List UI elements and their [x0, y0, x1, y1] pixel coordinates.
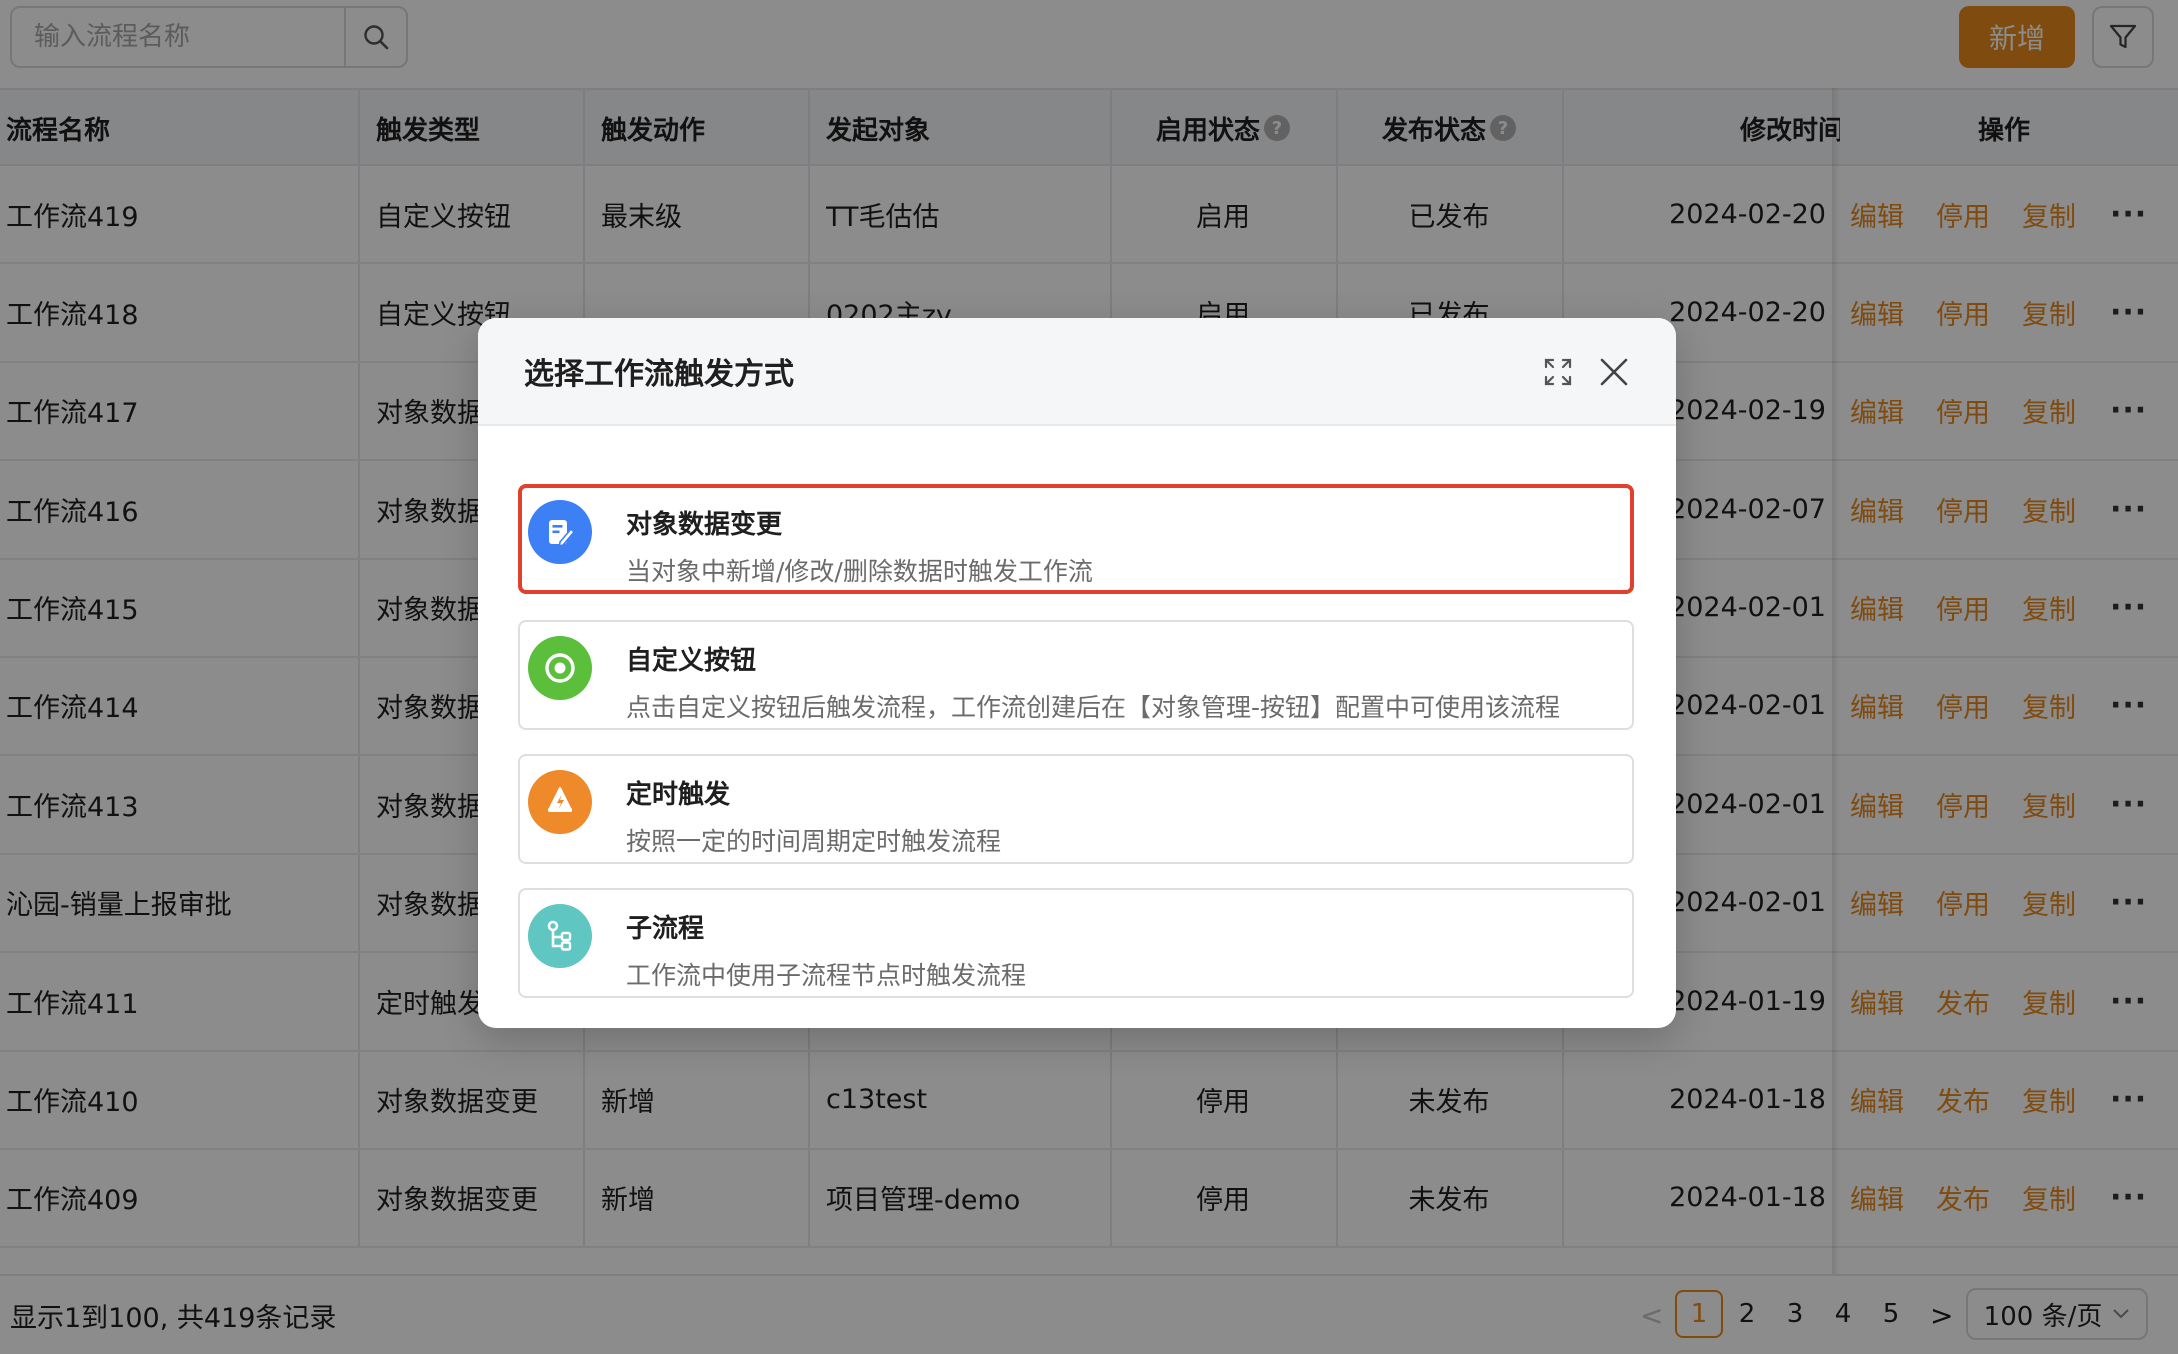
option-title: 对象数据变更 [626, 510, 783, 540]
edit-document-icon [528, 500, 592, 564]
close-icon[interactable] [1594, 352, 1634, 392]
option-description: 点击自定义按钮后触发流程，工作流创建后在【对象管理-按钮】配置中可使用该流程 [626, 693, 1561, 722]
dialog-header: 选择工作流触发方式 [478, 318, 1676, 426]
option-title: 定时触发 [626, 780, 731, 810]
target-button-icon [528, 636, 592, 700]
option-object-data-change[interactable]: 对象数据变更 当对象中新增/修改/删除数据时触发工作流 [518, 484, 1634, 594]
expand-icon[interactable] [1538, 352, 1578, 392]
option-title: 子流程 [626, 914, 705, 944]
option-subflow[interactable]: 子流程 工作流中使用子流程节点时触发流程 [518, 888, 1634, 998]
option-description: 工作流中使用子流程节点时触发流程 [626, 961, 1027, 990]
trigger-type-dialog: 选择工作流触发方式 对象数据变更 当对象中新增/修改/删除数据时触发工作流 自定… [478, 318, 1676, 1028]
option-description: 按照一定的时间周期定时触发流程 [626, 827, 1002, 856]
option-title: 自定义按钮 [626, 646, 757, 676]
dialog-title: 选择工作流触发方式 [524, 357, 794, 392]
option-custom-button[interactable]: 自定义按钮 点击自定义按钮后触发流程，工作流创建后在【对象管理-按钮】配置中可使… [518, 620, 1634, 730]
option-scheduled-trigger[interactable]: 定时触发 按照一定的时间周期定时触发流程 [518, 754, 1634, 864]
alarm-bell-icon [528, 770, 592, 834]
subflow-branch-icon [528, 904, 592, 968]
option-description: 当对象中新增/修改/删除数据时触发工作流 [626, 557, 1093, 586]
